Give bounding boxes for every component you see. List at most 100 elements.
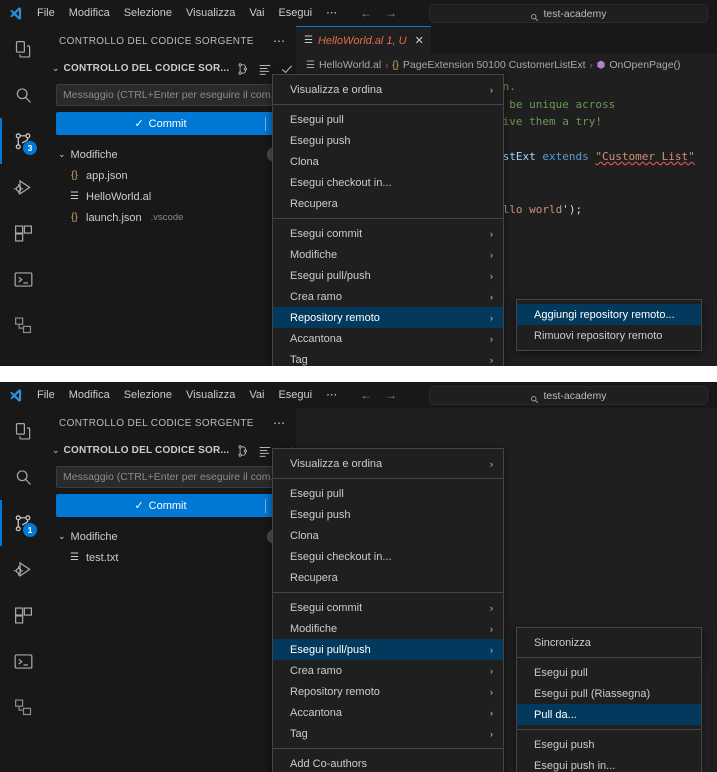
source-control-repo-title: CONTROLLO DEL CODICE SOR... — [64, 63, 230, 74]
commit-button[interactable]: ✓Commit — [56, 117, 265, 130]
breadcrumb-item-1[interactable]: PageExtension 50100 CustomerListExt — [403, 59, 586, 71]
commit-message-input[interactable]: Messaggio (CTRL+Enter per eseguire il co… — [56, 84, 288, 106]
menu-item-label: Add Co-authors — [290, 758, 367, 770]
activitybar-item-terminal[interactable] — [0, 638, 46, 684]
menubar-item-modifica[interactable]: Modifica — [62, 4, 117, 22]
menu-item[interactable]: Esegui pull/push› — [273, 639, 503, 660]
menu-item[interactable]: Esegui push — [273, 130, 503, 151]
activitybar-item-search[interactable] — [0, 72, 46, 118]
activitybar-item-run-and-debug[interactable] — [0, 164, 46, 210]
activitybar-item-extensions[interactable] — [0, 592, 46, 638]
commit-message-input[interactable]: Messaggio (CTRL+Enter per eseguire il co… — [56, 466, 288, 488]
chevron-down-icon[interactable]: ⌄ — [52, 445, 60, 456]
activitybar-item-run-and-debug[interactable] — [0, 546, 46, 592]
tab-helloworld-al[interactable]: ☰HelloWorld.al 1, U✕ — [296, 26, 431, 54]
sidebar-more-actions-icon[interactable]: ⋯ — [273, 416, 286, 430]
activitybar-item-source-control[interactable]: 1 — [0, 500, 46, 546]
close-icon[interactable]: ✕ — [415, 34, 424, 47]
sidebar-more-actions-icon[interactable]: ⋯ — [273, 34, 286, 48]
menu-item[interactable]: Repository remoto› — [273, 307, 503, 328]
changes-group-header[interactable]: ⌄Modifiche — [46, 144, 296, 165]
json-file-icon: {} — [68, 212, 81, 223]
menu-item[interactable]: Tag› — [273, 349, 503, 366]
list-item[interactable]: {}app.json2, — [46, 165, 296, 186]
menu-item[interactable]: Esegui pull (Riassegna) — [517, 683, 701, 704]
menubar-item-esegui[interactable]: Esegui — [271, 4, 319, 22]
commit-button[interactable]: ✓Commit — [56, 499, 265, 512]
menu-item[interactable]: Aggiungi repository remoto... — [517, 304, 701, 325]
commit-graph-icon[interactable] — [233, 441, 253, 461]
menubar-item-file[interactable]: File — [30, 386, 62, 404]
menubar-item-vai[interactable]: Vai — [242, 386, 271, 404]
menu-item[interactable]: Visualizza e ordina› — [273, 79, 503, 100]
menu-item[interactable]: Visualizza e ordina› — [273, 453, 503, 474]
chevron-right-icon: › — [490, 229, 493, 239]
menubar-item-selezione[interactable]: Selezione — [117, 4, 179, 22]
menubar-item-selezione[interactable]: Selezione — [117, 386, 179, 404]
forward-arrow-icon[interactable]: → — [385, 7, 397, 19]
changes-group-header[interactable]: ⌄Modifiche — [46, 526, 296, 547]
menubar-item-more[interactable]: ⋯ — [319, 4, 344, 22]
command-center[interactable]: test-academy — [429, 4, 708, 23]
menu-item[interactable]: Repository remoto› — [273, 681, 503, 702]
menu-item[interactable]: Recupera — [273, 567, 503, 588]
breadcrumb-separator: › — [590, 60, 593, 70]
menu-item[interactable]: Tag› — [273, 723, 503, 744]
sidebar-view-title: CONTROLLO DEL CODICE SORGENTE — [59, 36, 254, 47]
activitybar-item-explorer[interactable] — [0, 408, 46, 454]
command-center[interactable]: test-academy — [429, 386, 708, 405]
menubar-item-esegui[interactable]: Esegui — [271, 386, 319, 404]
menu-item[interactable]: Accantona› — [273, 702, 503, 723]
chevron-right-icon: › — [490, 334, 493, 344]
activitybar-item-source-control[interactable]: 3 — [0, 118, 46, 164]
menu-item[interactable]: Esegui commit› — [273, 223, 503, 244]
forward-arrow-icon[interactable]: → — [385, 389, 397, 401]
menu-item[interactable]: Esegui push — [517, 734, 701, 755]
menu-item[interactable]: Accantona› — [273, 328, 503, 349]
chevron-down-icon[interactable]: ⌄ — [52, 63, 60, 74]
menubar-item-visualizza[interactable]: Visualizza — [179, 386, 242, 404]
list-item[interactable]: ☰test.txt — [46, 547, 296, 568]
menu-item[interactable]: Rimuovi repository remoto — [517, 325, 701, 346]
menu-item[interactable]: Esegui pull/push› — [273, 265, 503, 286]
menu-item[interactable]: Add Co-authors — [273, 753, 503, 772]
changes-group-label: Modifiche — [71, 149, 118, 161]
menubar-item-vai[interactable]: Vai — [242, 4, 271, 22]
menu-item[interactable]: Clona — [273, 525, 503, 546]
list-item[interactable]: ☰HelloWorld.al1, — [46, 186, 296, 207]
menu-item[interactable]: Clona — [273, 151, 503, 172]
source-control-header: ⌄CONTROLLO DEL CODICE SOR...⋯ — [46, 438, 296, 463]
activitybar-item-extensions[interactable] — [0, 210, 46, 256]
activitybar-item-explorer[interactable] — [0, 26, 46, 72]
menu-item[interactable]: Crea ramo› — [273, 286, 503, 307]
menu-item[interactable]: Pull da... — [517, 704, 701, 725]
menubar-item-file[interactable]: File — [30, 4, 62, 22]
menu-item[interactable]: Esegui commit› — [273, 597, 503, 618]
menu-item[interactable]: Esegui checkout in... — [273, 546, 503, 567]
breadcrumb-item-2[interactable]: OnOpenPage() — [609, 59, 680, 71]
menu-item[interactable]: Esegui pull — [517, 662, 701, 683]
back-arrow-icon[interactable]: ← — [360, 389, 372, 401]
activitybar-item-search[interactable] — [0, 454, 46, 500]
menu-item[interactable]: Modifiche› — [273, 244, 503, 265]
menu-item[interactable]: Esegui pull — [273, 483, 503, 504]
menu-item[interactable]: Modifiche› — [273, 618, 503, 639]
menu-item[interactable]: Esegui pull — [273, 109, 503, 130]
activitybar-item-remote-explorer[interactable] — [0, 302, 46, 348]
menubar-item-more[interactable]: ⋯ — [319, 386, 344, 404]
menubar-item-visualizza[interactable]: Visualizza — [179, 4, 242, 22]
menu-item[interactable]: Sincronizza — [517, 632, 701, 653]
back-arrow-icon[interactable]: ← — [360, 7, 372, 19]
commit-graph-icon[interactable] — [233, 59, 253, 79]
menu-item[interactable]: Esegui checkout in... — [273, 172, 503, 193]
activitybar-item-terminal[interactable] — [0, 256, 46, 302]
activitybar-badge-source-control: 3 — [23, 141, 37, 155]
menu-item[interactable]: Esegui push in... — [517, 755, 701, 772]
menu-item[interactable]: Crea ramo› — [273, 660, 503, 681]
breadcrumb-item-0[interactable]: HelloWorld.al — [319, 59, 381, 71]
activitybar-item-remote-explorer[interactable] — [0, 684, 46, 730]
menu-item[interactable]: Recupera — [273, 193, 503, 214]
menu-item[interactable]: Esegui push — [273, 504, 503, 525]
list-item[interactable]: {}launch.json.vscode — [46, 207, 296, 228]
menubar-item-modifica[interactable]: Modifica — [62, 386, 117, 404]
